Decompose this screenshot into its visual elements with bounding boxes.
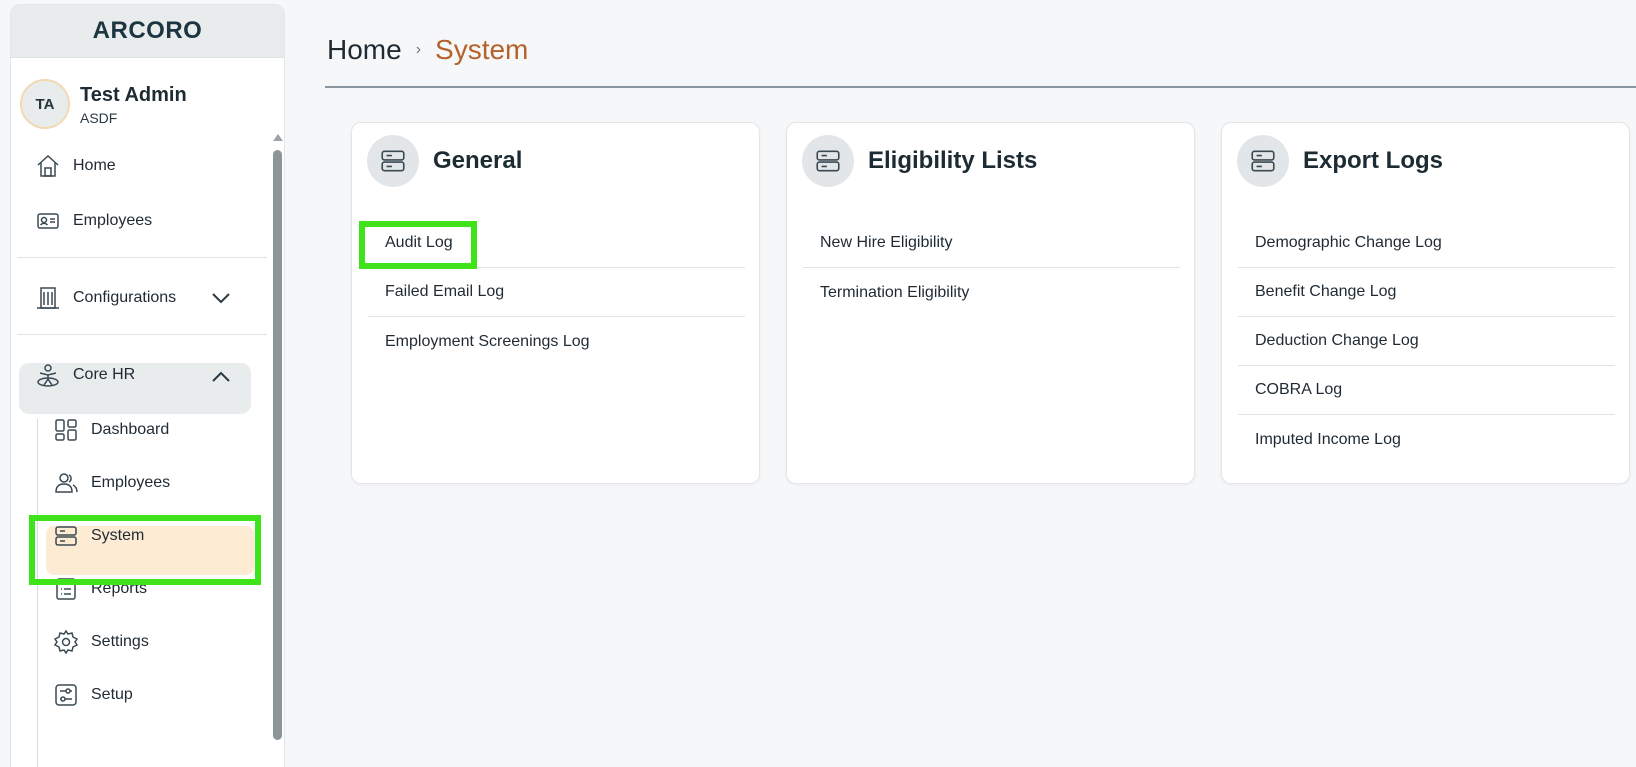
card-link-list: Demographic Change Log Benefit Change Lo… <box>1238 219 1615 464</box>
sidebar-item-setup[interactable]: Setup <box>53 682 133 708</box>
link-failed-email-log[interactable]: Failed Email Log <box>368 268 745 317</box>
sliders-icon <box>53 682 79 708</box>
sidebar-item-label: Employees <box>73 212 153 229</box>
sidebar-item-label: Dashboard <box>91 421 170 438</box>
user-org: ASDF <box>80 109 118 126</box>
header-divider <box>325 86 1636 88</box>
card-title: Eligibility Lists <box>868 147 1038 174</box>
chevron-down-icon[interactable] <box>211 291 231 309</box>
link-termination-eligibility[interactable]: Termination Eligibility <box>803 268 1180 317</box>
sidebar-divider <box>17 257 267 258</box>
gear-icon <box>53 629 79 655</box>
link-deduction-change-log[interactable]: Deduction Change Log <box>1238 317 1615 366</box>
sidebar: ARCORO TA Test Admin ASDF Home Employees <box>10 4 285 767</box>
person-circle-icon <box>35 362 61 388</box>
chevron-up-icon[interactable] <box>211 370 231 388</box>
link-cobra-log[interactable]: COBRA Log <box>1238 366 1615 415</box>
id-card-icon <box>35 208 61 234</box>
brand-header: ARCORO <box>11 5 284 58</box>
house-icon <box>35 153 61 179</box>
user-name: Test Admin <box>80 83 187 106</box>
sidebar-item-home[interactable]: Home <box>35 153 116 179</box>
card-link-list: New Hire Eligibility Termination Eligibi… <box>803 219 1180 317</box>
sidebar-divider <box>17 334 267 335</box>
sidebar-item-label: Core HR <box>73 366 136 383</box>
sidebar-item-core-employees[interactable]: Employees <box>53 470 170 496</box>
subtree-line <box>37 419 38 767</box>
sidebar-item-configurations[interactable]: Configurations <box>35 285 176 311</box>
grid-icon <box>53 417 79 443</box>
scroll-up-arrow-icon[interactable] <box>273 134 283 141</box>
card-title: Export Logs <box>1303 147 1444 174</box>
sidebar-item-core-hr[interactable]: Core HR <box>35 362 135 388</box>
scroll-thumb[interactable] <box>273 150 282 740</box>
card-general: General Audit Log Failed Email Log Emplo… <box>351 122 760 484</box>
highlight-box-audit-log <box>359 221 477 269</box>
sidebar-item-label: Setup <box>91 686 133 703</box>
card-title: General <box>433 147 523 174</box>
breadcrumb: Home › System <box>327 34 528 66</box>
link-employment-screenings-log[interactable]: Employment Screenings Log <box>368 317 745 366</box>
user-profile[interactable]: TA Test Admin ASDF <box>20 79 187 129</box>
highlight-box-system <box>29 515 261 585</box>
breadcrumb-current: System <box>435 34 529 65</box>
sidebar-item-employees[interactable]: Employees <box>35 208 152 234</box>
sidebar-item-label: Configurations <box>73 289 177 306</box>
users-icon <box>53 470 79 496</box>
breadcrumb-separator-icon: › <box>415 41 422 58</box>
link-new-hire-eligibility[interactable]: New Hire Eligibility <box>803 219 1180 268</box>
link-imputed-income-log[interactable]: Imputed Income Log <box>1238 415 1615 464</box>
server-icon <box>1237 135 1289 187</box>
breadcrumb-home[interactable]: Home <box>327 34 402 66</box>
arcoro-logo[interactable]: ARCORO <box>93 17 203 45</box>
sidebar-item-label: Employees <box>91 474 171 491</box>
sidebar-scrollbar[interactable] <box>272 130 284 767</box>
avatar[interactable]: TA <box>20 79 70 129</box>
link-benefit-change-log[interactable]: Benefit Change Log <box>1238 268 1615 317</box>
building-icon <box>35 285 61 311</box>
card-eligibility-lists: Eligibility Lists New Hire Eligibility T… <box>786 122 1195 484</box>
card-export-logs: Export Logs Demographic Change Log Benef… <box>1221 122 1630 484</box>
sidebar-item-label: Settings <box>91 633 149 650</box>
sidebar-item-label: Home <box>73 157 116 174</box>
sidebar-item-settings[interactable]: Settings <box>53 629 149 655</box>
sidebar-item-dashboard[interactable]: Dashboard <box>53 417 169 443</box>
server-icon <box>367 135 419 187</box>
link-demographic-change-log[interactable]: Demographic Change Log <box>1238 219 1615 268</box>
server-icon <box>802 135 854 187</box>
